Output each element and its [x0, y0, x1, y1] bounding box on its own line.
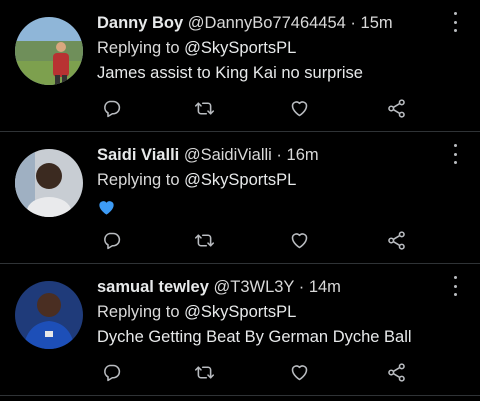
more-icon[interactable]	[452, 144, 458, 164]
share-button[interactable]	[383, 359, 409, 385]
share-button[interactable]	[383, 227, 409, 253]
more-icon[interactable]	[452, 276, 458, 296]
like-icon	[291, 232, 307, 248]
tweet-actions	[97, 359, 417, 385]
retweet-icon	[194, 233, 214, 247]
timestamp[interactable]: 15m	[361, 14, 393, 32]
share-icon	[387, 230, 405, 250]
separator: ·	[350, 14, 356, 32]
retweet-button[interactable]	[191, 95, 217, 121]
replying-prefix: Replying to	[97, 171, 180, 189]
share-icon	[387, 98, 405, 118]
retweet-icon	[194, 365, 214, 379]
avatar[interactable]	[15, 149, 83, 217]
replying-mention[interactable]: @SkySportsPL	[184, 39, 296, 57]
display-name[interactable]: Danny Boy	[97, 14, 183, 32]
like-button[interactable]	[286, 227, 312, 253]
more-icon[interactable]	[452, 12, 458, 32]
retweet-button[interactable]	[191, 227, 217, 253]
blue-heart-icon	[99, 201, 114, 215]
separator: ·	[276, 146, 282, 164]
tweet-header: Saidi Vialli @SaidiVialli · 16m	[97, 144, 440, 166]
share-icon	[387, 362, 405, 382]
replying-to: Replying to @SkySportsPL	[97, 169, 296, 191]
user-handle[interactable]: @T3WL3Y	[213, 278, 294, 296]
reply-button[interactable]	[98, 359, 124, 385]
tweet[interactable]: samual tewley @T3WL3Y · 14m Replying to …	[0, 264, 480, 396]
tweet-header: Danny Boy @DannyBo77464454 · 15m	[97, 12, 440, 34]
tweet[interactable]: Danny Boy @DannyBo77464454 · 15m Replyin…	[0, 0, 480, 132]
tweet[interactable]: Saidi Vialli @SaidiVialli · 16m Replying…	[0, 132, 480, 264]
replying-mention[interactable]: @SkySportsPL	[184, 171, 296, 189]
reply-icon	[103, 232, 120, 249]
like-button[interactable]	[286, 95, 312, 121]
share-button[interactable]	[383, 95, 409, 121]
replying-mention[interactable]: @SkySportsPL	[184, 303, 296, 321]
user-handle[interactable]: @DannyBo77464454	[188, 14, 346, 32]
replying-to: Replying to @SkySportsPL	[97, 37, 296, 59]
tweet-header: samual tewley @T3WL3Y · 14m	[97, 276, 440, 298]
tweet-text	[97, 198, 116, 223]
user-handle[interactable]: @SaidiVialli	[184, 146, 272, 164]
replying-prefix: Replying to	[97, 39, 180, 57]
tweet-text: James assist to King Kai no surprise	[97, 64, 363, 82]
retweet-icon	[194, 101, 214, 115]
display-name[interactable]: Saidi Vialli	[97, 146, 179, 164]
reply-button[interactable]	[98, 95, 124, 121]
reply-icon	[103, 364, 120, 381]
like-icon	[291, 100, 307, 116]
avatar[interactable]	[15, 17, 83, 85]
avatar[interactable]	[15, 281, 83, 349]
separator: ·	[298, 278, 305, 296]
tweet-actions	[97, 95, 417, 121]
retweet-button[interactable]	[191, 359, 217, 385]
tweet-text: Dyche Getting Beat By German Dyche Ball	[97, 328, 412, 346]
timestamp[interactable]: 16m	[287, 146, 319, 164]
reply-icon	[103, 100, 120, 117]
reply-button[interactable]	[98, 227, 124, 253]
tweet-actions	[97, 227, 417, 253]
like-button[interactable]	[286, 359, 312, 385]
replying-to: Replying to @SkySportsPL	[97, 301, 296, 323]
timestamp[interactable]: 14m	[309, 278, 341, 296]
display-name[interactable]: samual tewley	[97, 278, 209, 296]
replying-prefix: Replying to	[97, 303, 180, 321]
like-icon	[291, 364, 307, 380]
